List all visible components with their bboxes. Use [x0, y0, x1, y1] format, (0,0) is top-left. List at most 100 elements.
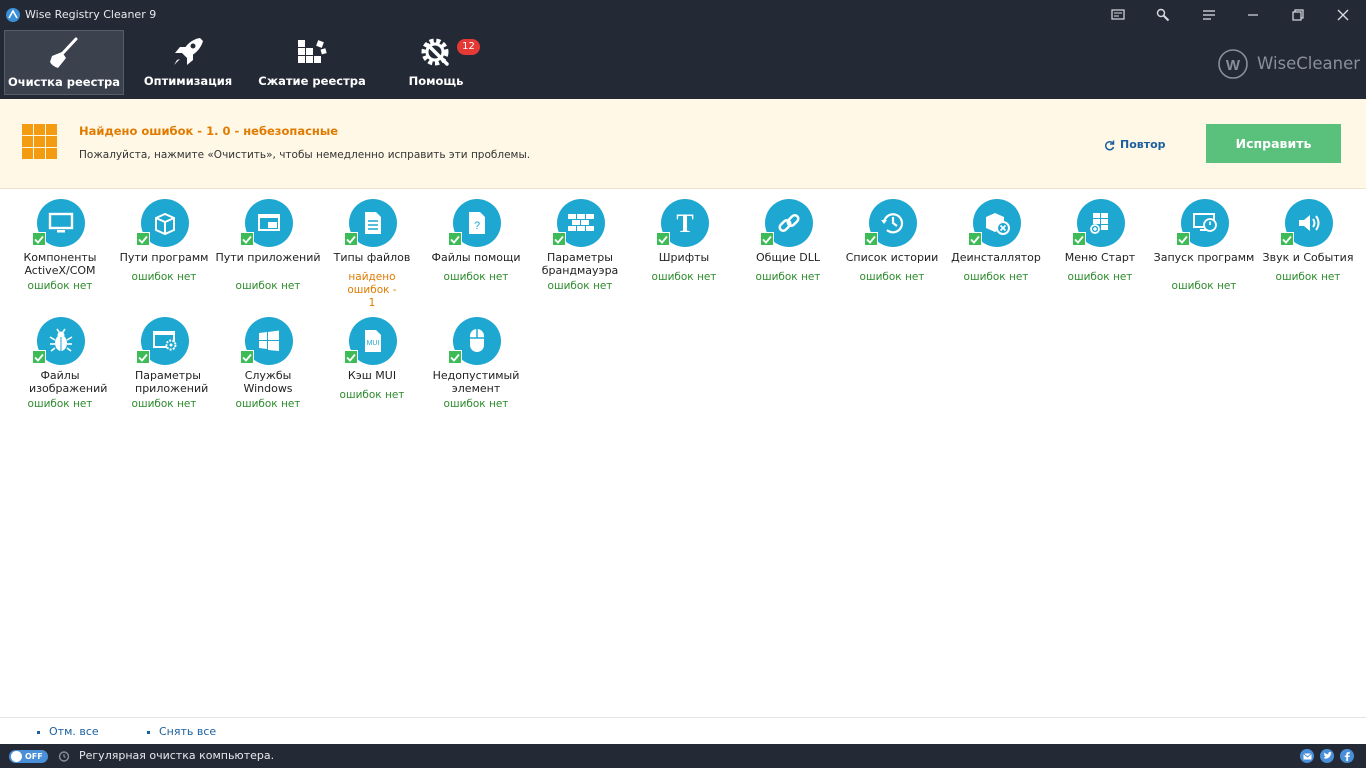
restore-icon	[1292, 9, 1304, 21]
category-status: ошибок нет	[755, 271, 821, 283]
category-status: ошибок нет	[1275, 271, 1341, 283]
registry-grid-icon	[22, 124, 57, 159]
compress-blocks-icon	[298, 40, 327, 63]
category-start-menu[interactable]: Меню Старт ошибок нет	[1043, 196, 1147, 306]
category-checkbox[interactable]	[344, 350, 358, 364]
category-status: ошибок нет	[443, 398, 509, 410]
category-app-paths[interactable]: Пути приложений ошибок нет	[211, 196, 321, 306]
category-checkbox[interactable]	[760, 232, 774, 246]
select-all-link[interactable]: Отм. все	[37, 725, 99, 738]
facebook-share-button[interactable]	[1340, 749, 1354, 763]
close-button[interactable]	[1320, 0, 1366, 30]
twitter-icon	[1323, 752, 1332, 759]
category-checkbox[interactable]	[240, 350, 254, 364]
category-shared-dll[interactable]: Общие DLL ошибок нет	[731, 196, 835, 306]
twitter-share-button[interactable]	[1320, 749, 1334, 763]
category-status: ошибок нет	[131, 271, 197, 283]
category-invalid-item[interactable]: Недопустимый элемент ошибок нет	[419, 314, 523, 424]
category-status: ошибок нет	[27, 398, 93, 410]
tab-label: Очистка реестра	[7, 75, 121, 89]
category-name: Пути программ	[119, 251, 209, 264]
category-checkbox[interactable]	[968, 232, 982, 246]
category-name: Запуск программ	[1153, 251, 1255, 264]
category-checkbox[interactable]	[136, 350, 150, 364]
brand-circle-icon: W	[1217, 49, 1249, 79]
bullet-icon	[37, 730, 40, 734]
retry-label: Повтор	[1120, 138, 1166, 151]
brand-name: WiseCleaner	[1257, 54, 1361, 73]
scan-result-description: Пожалуйста, нажмите «Очистить», чтобы не…	[79, 149, 531, 161]
category-checkbox[interactable]	[864, 232, 878, 246]
category-checkbox[interactable]	[1072, 232, 1086, 246]
refresh-icon	[1104, 140, 1115, 151]
category-sound-events[interactable]: Звук и События ошибок нет	[1251, 196, 1355, 306]
category-checkbox[interactable]	[448, 350, 462, 364]
category-program-paths[interactable]: Пути программ ошибок нет	[107, 196, 211, 306]
header: Wise Registry Cleaner 9 Очистка реестра …	[0, 0, 1366, 99]
category-name: Службы Windows	[243, 369, 293, 395]
category-name: Параметры приложений	[135, 369, 209, 395]
category-checkbox[interactable]	[552, 232, 566, 246]
category-name: Файлы изображений	[29, 369, 108, 395]
tab-registry-defrag[interactable]: Сжатие реестра	[254, 30, 370, 95]
skin-button[interactable]	[1140, 0, 1186, 30]
selection-bar: Отм. все Снять все	[0, 717, 1366, 744]
category-checkbox[interactable]	[32, 350, 46, 364]
feedback-icon	[1111, 9, 1125, 20]
restore-button[interactable]	[1275, 0, 1321, 30]
category-status: ошибок нет	[235, 280, 301, 292]
broom-icon	[50, 37, 78, 68]
tab-registry-clean[interactable]: Очистка реестра	[4, 30, 124, 95]
category-windows-services[interactable]: Службы Windows ошибок нет	[211, 314, 315, 424]
category-name: Шрифты	[658, 251, 710, 264]
category-history[interactable]: Список истории ошибок нет	[835, 196, 939, 306]
category-checkbox[interactable]	[1176, 232, 1190, 246]
deselect-all-link[interactable]: Снять все	[147, 725, 216, 738]
category-mui-cache[interactable]: MUI Кэш MUI ошибок нет	[315, 314, 419, 424]
category-checkbox[interactable]	[32, 232, 46, 246]
category-status: ошибок нет	[131, 398, 197, 410]
category-fonts[interactable]: T Шрифты ошибок нет	[627, 196, 731, 306]
category-status: ошибок нет	[547, 280, 613, 292]
category-status: ошибок нет	[27, 280, 93, 292]
category-status: ошибок нет	[1171, 280, 1237, 292]
category-status: ошибок нет	[859, 271, 925, 283]
category-name: Параметры брандмауэра	[541, 251, 619, 277]
email-share-button[interactable]	[1300, 749, 1314, 763]
app-logo-icon	[6, 8, 20, 22]
app-window: Wise Registry Cleaner 9 Очистка реестра …	[0, 0, 1366, 768]
rocket-icon	[174, 38, 203, 65]
close-icon	[1337, 9, 1349, 21]
category-activex[interactable]: Компоненты ActiveX/COM ошибок нет	[3, 196, 107, 306]
category-status: ошибок нет	[339, 389, 405, 401]
tab-optimization[interactable]: Оптимизация	[140, 30, 236, 95]
category-name: Список истории	[845, 251, 939, 264]
minimize-button[interactable]	[1230, 0, 1276, 30]
category-firewall[interactable]: Параметры брандмауэра ошибок нет	[523, 196, 627, 306]
category-name: Типы файлов	[333, 251, 411, 264]
category-name: Файлы помощи	[431, 251, 521, 264]
category-checkbox[interactable]	[344, 232, 358, 246]
category-status: ошибок нет	[1067, 271, 1133, 283]
category-checkbox[interactable]	[136, 232, 150, 246]
category-status: ошибок нет	[963, 271, 1029, 283]
auto-clean-toggle[interactable]: OFF	[9, 750, 48, 763]
category-checkbox[interactable]	[1280, 232, 1294, 246]
category-status: ошибок нет	[235, 398, 301, 410]
tab-label: Оптимизация	[143, 74, 233, 88]
category-uninstaller[interactable]: Деинсталлятор ошибок нет	[939, 196, 1043, 306]
category-startup[interactable]: Запуск программ ошибок нет	[1147, 196, 1254, 306]
category-checkbox[interactable]	[240, 232, 254, 246]
auto-clean-label: Регулярная очистка компьютера.	[79, 749, 275, 762]
feedback-button[interactable]	[1095, 0, 1141, 30]
category-checkbox[interactable]	[656, 232, 670, 246]
category-app-settings[interactable]: Параметры приложений ошибок нет	[107, 314, 211, 424]
fix-button[interactable]: Исправить	[1206, 124, 1341, 163]
category-help-files[interactable]: ? Файлы помощи ошибок нет	[419, 196, 523, 306]
category-image-files[interactable]: Файлы изображений ошибок нет	[3, 314, 107, 424]
toggle-knob	[11, 751, 22, 762]
category-name: Меню Старт	[1064, 251, 1136, 264]
category-checkbox[interactable]	[448, 232, 462, 246]
category-file-types[interactable]: Типы файлов найдено ошибок - 1	[315, 196, 419, 309]
menu-button[interactable]	[1186, 0, 1232, 30]
